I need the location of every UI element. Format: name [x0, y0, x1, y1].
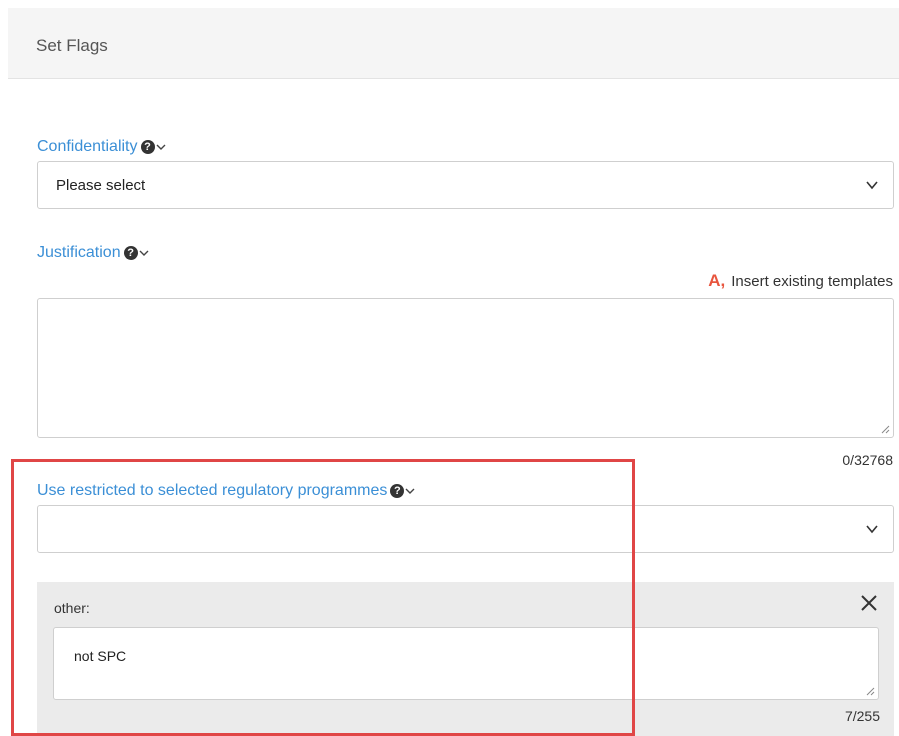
- panel-header: Set Flags: [8, 8, 899, 79]
- template-icon: A,: [708, 271, 726, 290]
- other-char-counter: 7/255: [844, 708, 880, 724]
- insert-templates-label: Insert existing templates: [731, 273, 893, 290]
- confidentiality-selected-value: Please select: [56, 177, 146, 194]
- help-icon[interactable]: ?: [140, 139, 155, 154]
- chevron-down-icon: [866, 181, 878, 190]
- insert-templates-link[interactable]: A, Insert existing templates: [708, 271, 893, 291]
- close-icon[interactable]: [860, 594, 878, 612]
- chevron-down-icon[interactable]: [405, 487, 415, 495]
- other-text: not SPC: [74, 648, 127, 664]
- regulatory-programmes-label-text: Use restricted to selected regulatory pr…: [37, 482, 388, 499]
- confidentiality-label-text: Confidentiality: [37, 138, 138, 155]
- other-textarea[interactable]: not SPC: [53, 627, 879, 700]
- justification-label: Justification?: [37, 244, 149, 262]
- confidentiality-label: Confidentiality?: [37, 138, 166, 156]
- chevron-down-icon: [866, 525, 878, 534]
- justification-textarea[interactable]: [37, 298, 894, 438]
- other-label: other:: [54, 600, 90, 616]
- justification-char-counter: 0/32768: [842, 452, 893, 468]
- resize-grip-icon[interactable]: [881, 425, 890, 434]
- resize-grip-icon[interactable]: [866, 687, 875, 696]
- justification-label-text: Justification: [37, 244, 121, 261]
- page-title: Set Flags: [36, 36, 108, 55]
- chevron-down-icon[interactable]: [156, 143, 166, 151]
- help-icon[interactable]: ?: [123, 245, 138, 260]
- confidentiality-select[interactable]: Please select: [37, 161, 894, 209]
- regulatory-programmes-label: Use restricted to selected regulatory pr…: [37, 482, 415, 500]
- chevron-down-icon[interactable]: [139, 249, 149, 257]
- regulatory-programmes-select[interactable]: [37, 505, 894, 553]
- help-icon[interactable]: ?: [390, 483, 405, 498]
- other-entry-panel: other: not SPC 7/255: [37, 582, 894, 736]
